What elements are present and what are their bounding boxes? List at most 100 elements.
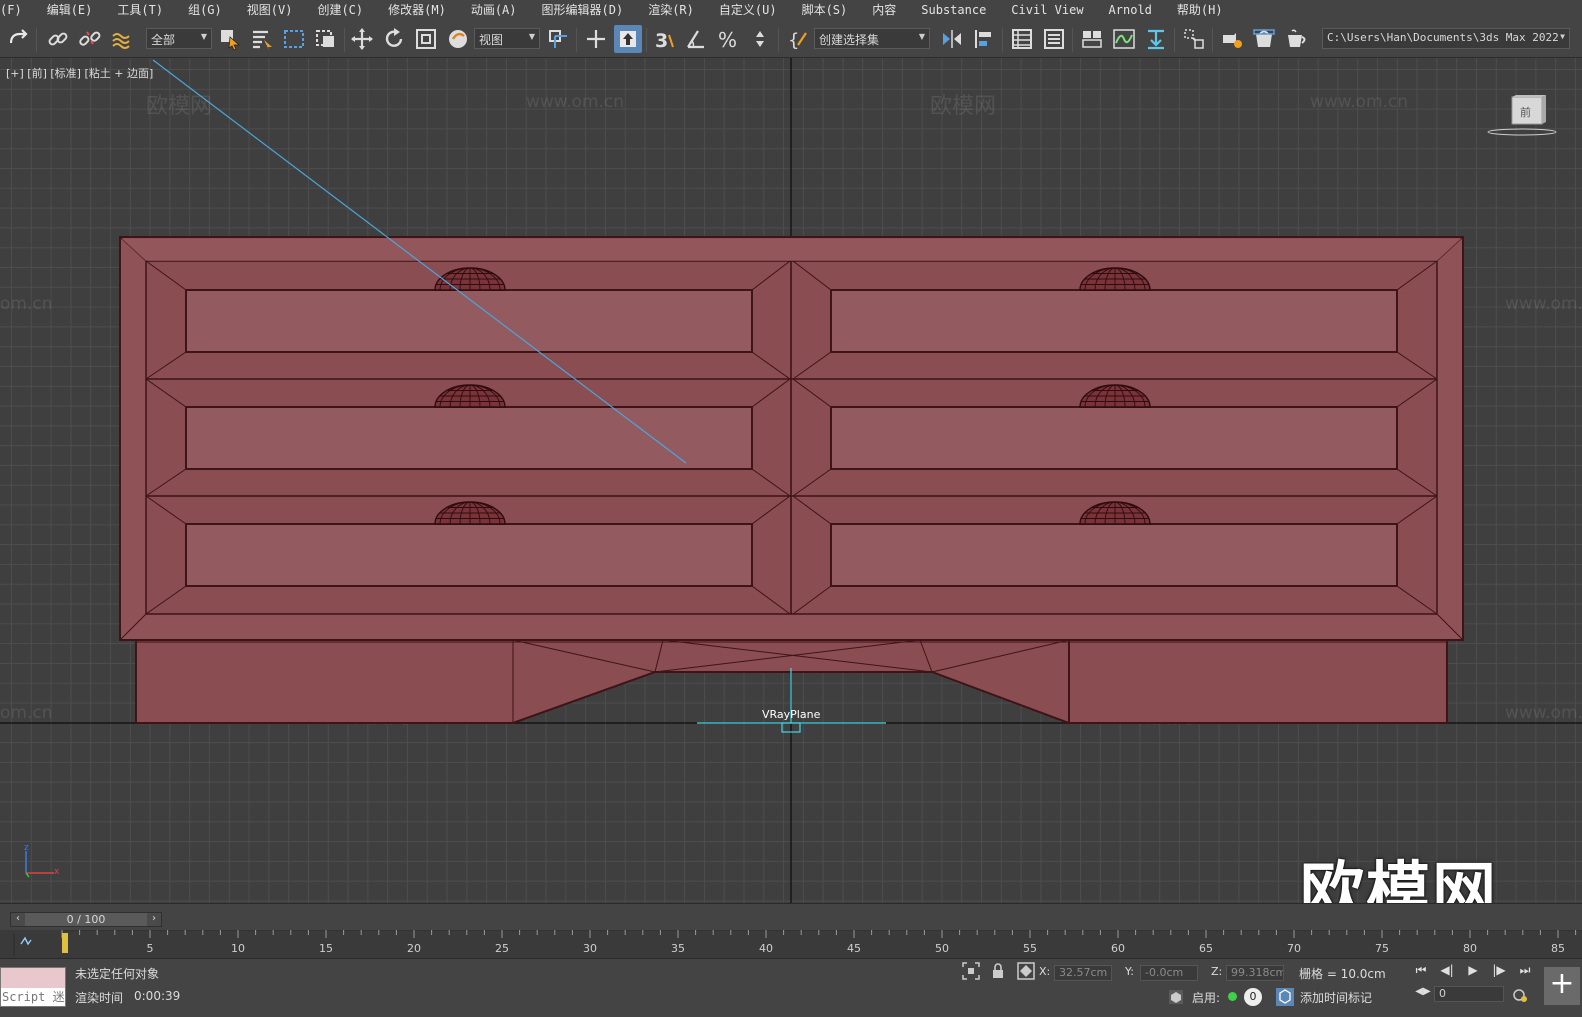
select-manipulate-icon[interactable] (582, 25, 610, 53)
keyboard-shortcut-override-icon[interactable] (614, 25, 642, 53)
enable-label: 启用: (1192, 991, 1221, 1005)
y-coord-field[interactable]: -0.0cm (1140, 965, 1198, 981)
timeline-tick-label: 15 (319, 942, 333, 955)
menu-item-4[interactable]: 视图(V) (234, 0, 305, 21)
pivot-center-icon[interactable] (544, 25, 572, 53)
timeline-tick-label: 40 (759, 942, 773, 955)
reference-coordinate-dropdown[interactable]: 视图 ▼ (474, 28, 540, 49)
menu-item-1[interactable]: 编辑(E) (34, 0, 105, 21)
time-slider-prev-icon[interactable]: ‹ (11, 913, 25, 926)
angle-snap-icon[interactable] (682, 25, 710, 53)
named-selection-set-dropdown[interactable]: 创建选择集 ▼ (814, 28, 930, 49)
move-icon[interactable] (348, 25, 376, 53)
scene-canvas (0, 58, 1582, 903)
timeline-ticks: 5 10 15 20 25 30 35 40 45 50 55 60 65 70 75 80 85 (61, 930, 1577, 955)
menu-item-2[interactable]: 工具(T) (104, 0, 175, 21)
rectangular-selection-icon[interactable] (280, 25, 308, 53)
timeline-tick-label: 75 (1375, 942, 1389, 955)
absolute-mode-icon[interactable] (1017, 962, 1035, 980)
timeline-tick-label: 25 (495, 942, 509, 955)
timeline-tick-label: 50 (935, 942, 949, 955)
menu-item-12[interactable]: 内容 (859, 0, 908, 21)
menu-item-13[interactable]: Substance (908, 0, 998, 21)
link-icon[interactable] (44, 25, 72, 53)
percent-snap-icon[interactable]: % (714, 25, 742, 53)
timeline-tick-label: 20 (407, 942, 421, 955)
spinner-snap-icon[interactable] (746, 25, 774, 53)
schematic-view-icon[interactable] (1142, 25, 1170, 53)
timeline-tick-label: 70 (1287, 942, 1301, 955)
rotate-icon[interactable] (380, 25, 408, 53)
menu-item-8[interactable]: 图形编辑器(D) (529, 0, 636, 21)
play-icon[interactable]: ▶ (1462, 963, 1484, 981)
curve-editor-icon[interactable] (1110, 25, 1138, 53)
isolate-selection-icon[interactable] (962, 962, 980, 980)
vray-plane (697, 668, 886, 733)
menu-item-3[interactable]: 组(G) (175, 0, 234, 21)
menu-item-9[interactable]: 渲染(R) (635, 0, 706, 21)
menu-item-7[interactable]: 动画(A) (458, 0, 529, 21)
menu-item-10[interactable]: 自定义(U) (706, 0, 789, 21)
select-object-icon[interactable] (216, 25, 244, 53)
scale-icon[interactable] (412, 25, 440, 53)
menu-item-6[interactable]: 修改器(M) (375, 0, 458, 21)
viewcube[interactable]: 前 (1486, 94, 1558, 144)
render-production-icon[interactable] (1282, 25, 1310, 53)
time-slider-next-icon[interactable]: › (147, 913, 161, 926)
rendered-frame-window-icon[interactable] (1250, 25, 1278, 53)
redo-icon[interactable] (4, 25, 32, 53)
go-to-end-icon[interactable]: ⏭ (1514, 963, 1536, 981)
x-coord-field[interactable]: 32.57cm (1054, 965, 1112, 981)
vray-plane-label: VRayPlane (762, 708, 821, 721)
watermark-logo: 欧模网 (1300, 856, 1498, 903)
timeline-tick-label: 85 (1551, 942, 1565, 955)
front-viewport[interactable]: 欧模网 www.om.cn 欧模网 www.om.cn om.cn 欧模网 ww… (0, 58, 1582, 903)
key-mode-icon[interactable]: ◀▶ (1412, 986, 1434, 1004)
go-to-start-icon[interactable]: ⏮ (1410, 963, 1432, 981)
named-selection-set-label: 创建选择集 (819, 33, 880, 47)
select-by-name-icon[interactable] (248, 25, 276, 53)
menu-item-0[interactable]: (F) (0, 0, 34, 21)
layer-explorer-icon[interactable] (1040, 25, 1068, 53)
lock-selection-icon[interactable] (990, 962, 1006, 980)
menu-item-16[interactable]: 帮助(H) (1164, 0, 1235, 21)
window-crossing-icon[interactable] (312, 25, 340, 53)
align-icon[interactable] (970, 25, 998, 53)
viewcube-face-label: 前 (1520, 106, 1531, 119)
drawer-face (185, 523, 753, 587)
add-time-tag[interactable]: 添加时间标记 (1300, 989, 1372, 1006)
menu-item-5[interactable]: 创建(C) (304, 0, 375, 21)
unlink-icon[interactable] (76, 25, 104, 53)
maxscript-listener[interactable]: Script 迷 (0, 967, 66, 1007)
z-coord-label: Z: (1211, 965, 1223, 978)
previous-frame-icon[interactable]: ◀| (1436, 963, 1458, 981)
material-editor-icon[interactable] (1180, 25, 1208, 53)
mirror-icon[interactable] (938, 25, 966, 53)
drawer-face (830, 523, 1398, 587)
project-folder-dropdown[interactable]: C:\Users\Han\Documents\3ds Max 2022 ▼ (1322, 28, 1570, 49)
toggle-ribbon-icon[interactable] (1078, 25, 1106, 53)
edit-named-selection-icon[interactable]: { (784, 25, 812, 53)
snaps-toggle-icon[interactable]: 3 (650, 25, 678, 53)
set-key-button[interactable]: + (1544, 967, 1580, 1005)
current-frame-field[interactable]: 0 (1434, 986, 1504, 1002)
bind-space-warp-icon[interactable] (108, 25, 136, 53)
menu-item-15[interactable]: Arnold (1096, 0, 1164, 21)
track-bar[interactable]: 5 10 15 20 25 30 35 40 45 50 55 60 65 70 75 80 85 (0, 930, 1582, 959)
scene-explorer-icon[interactable] (1008, 25, 1036, 53)
curve-editor-mini-icon (13, 934, 32, 956)
render-setup-icon[interactable] (1218, 25, 1246, 53)
menu-item-11[interactable]: 脚本(S) (789, 0, 860, 21)
selection-filter-dropdown[interactable]: 全部 ▼ (146, 28, 212, 49)
placement-icon[interactable] (444, 25, 472, 53)
menu-item-14[interactable]: Civil View (998, 0, 1095, 21)
time-configuration-icon[interactable] (1512, 987, 1528, 1003)
maxscript-label: Script 迷 (1, 988, 65, 1006)
adaptive-degradation-icon[interactable] (1168, 989, 1184, 1005)
viewport-label[interactable]: [+] [前] [标准] [粘土 + 边面] (6, 65, 153, 81)
render-time-value: 0:00:39 (134, 989, 181, 1003)
time-slider[interactable]: ‹ 0 / 100 › (10, 912, 162, 927)
time-tag-icon[interactable] (1276, 988, 1294, 1006)
next-frame-icon[interactable]: |▶ (1488, 963, 1510, 981)
z-coord-field[interactable]: 99.318cm (1226, 965, 1284, 981)
